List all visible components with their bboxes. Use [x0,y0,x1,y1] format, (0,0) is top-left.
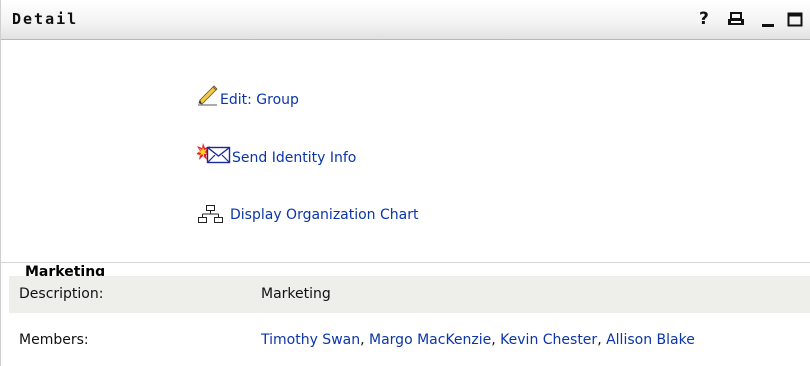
portlet-title: Detail [12,10,79,28]
description-label: Description: [19,286,104,302]
minimize-icon[interactable] [761,8,775,30]
actions-panel: Edit: Group Send Identity Info Display O… [1,40,810,280]
description-row: Description: Marketing [9,276,810,313]
member-separator: , [597,332,602,348]
maximize-icon[interactable] [787,8,803,30]
members-value: Timothy Swan, Margo MacKenzie, Kevin Che… [261,332,695,348]
envelope-icon [196,142,231,172]
member-link[interactable]: Margo MacKenzie [369,332,491,348]
org-chart-icon [197,204,227,230]
member-separator: , [491,332,496,348]
help-icon[interactable]: ? [699,8,713,30]
member-link[interactable]: Allison Blake [606,332,695,348]
members-row: Members: Timothy Swan, Margo MacKenzie, … [9,322,810,359]
send-identity-info-link[interactable]: Send Identity Info [232,150,356,166]
member-separator: , [360,332,365,348]
print-icon[interactable] [727,8,745,30]
members-label: Members: [19,332,89,348]
edit-group-link[interactable]: Edit: Group [220,92,299,108]
detail-portlet: Detail ? Edit: Group Send Identity Info … [0,0,810,366]
portlet-titlebar: Detail ? [1,0,810,40]
member-link[interactable]: Kevin Chester [500,332,597,348]
section-divider [1,262,810,263]
member-link[interactable]: Timothy Swan [261,332,360,348]
pencil-icon [197,84,219,110]
description-value: Marketing [261,286,331,302]
display-org-chart-link[interactable]: Display Organization Chart [230,207,418,223]
